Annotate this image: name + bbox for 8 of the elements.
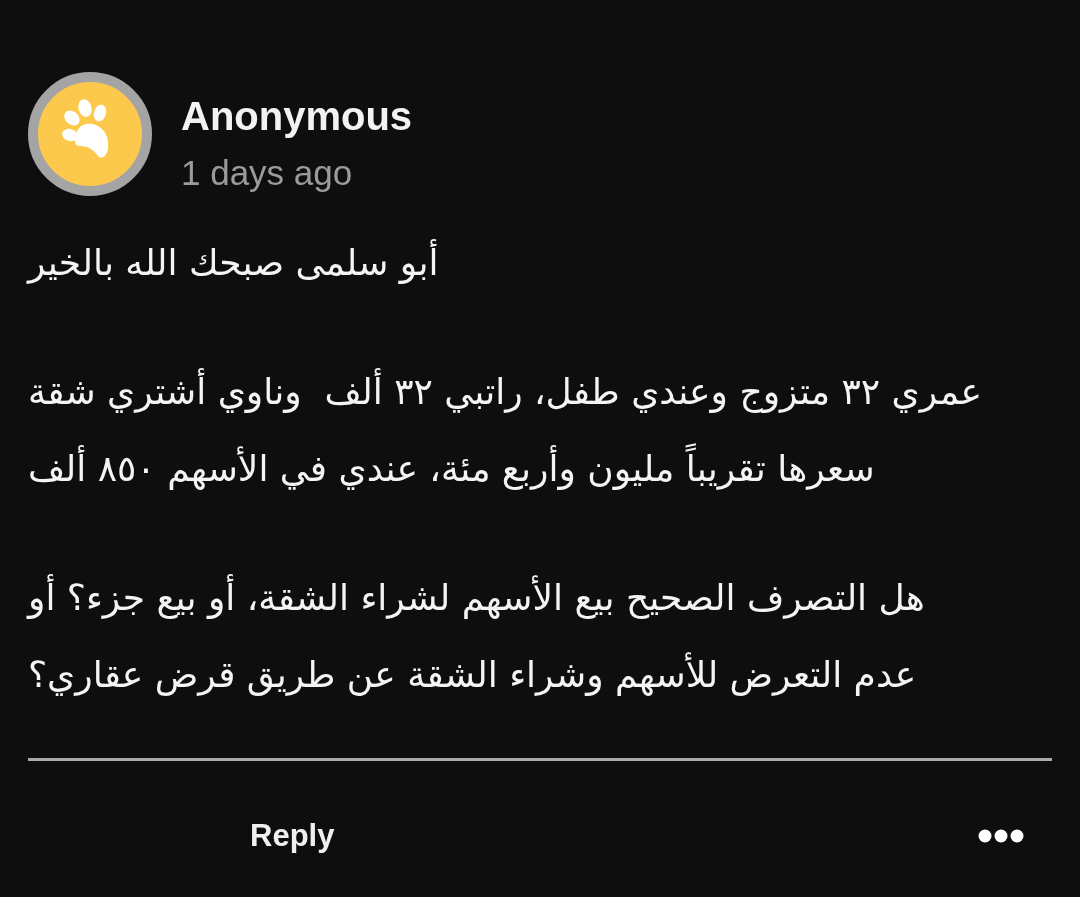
author-name: Anonymous [181,93,413,140]
more-icon[interactable] [978,829,1024,843]
reply-button[interactable]: Reply [240,810,345,862]
comment-paragraph: أبو سلمى صبحك الله بالخير [28,224,439,301]
comment-paragraph: عمري ٣٢ متزوج وعندي طفل، راتبي ٣٢ ألف وناوي أشتري شقة سعرها تقريباً مليون وأربع مئة، عندي في الأسهم ٨٥٠ ألف [28,353,990,507]
paw-avatar-icon [28,72,152,196]
post-time: 1 days ago [181,152,354,194]
comment-paragraph: هل التصرف الصحيح بيع الأسهم لشراء الشقة، أو بيع جزء؟ أو عدم التعرض للأسهم وشراء الشقة عن طريق قرض عقاري؟ [28,559,990,713]
